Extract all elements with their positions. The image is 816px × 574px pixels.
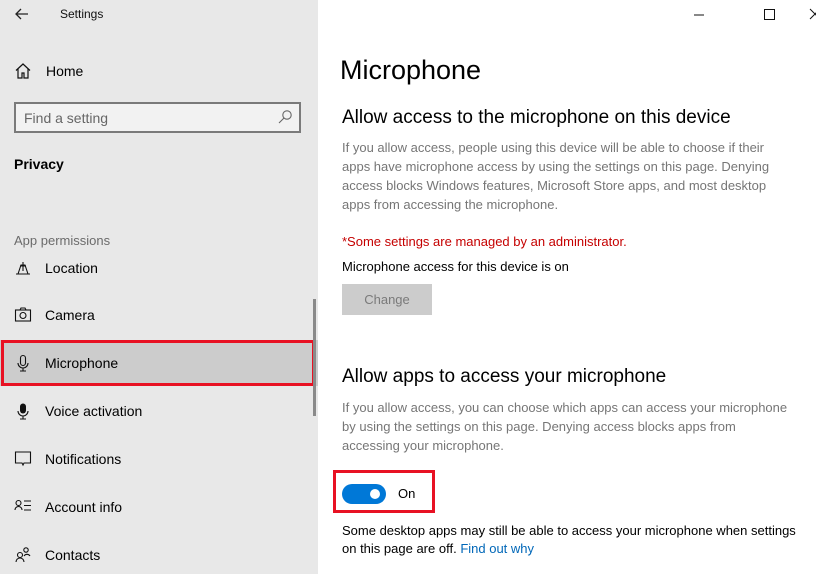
toggle-knob bbox=[370, 489, 380, 499]
sidebar-item-label: Location bbox=[45, 260, 98, 276]
sidebar-item-label: Contacts bbox=[45, 547, 101, 563]
close-button[interactable] bbox=[794, 0, 816, 30]
account-info-icon bbox=[14, 498, 32, 516]
change-button[interactable]: Change bbox=[342, 284, 432, 315]
page-title: Microphone bbox=[340, 55, 482, 85]
sidebar-item-notifications[interactable]: Notifications bbox=[0, 436, 318, 482]
sidebar-item-label: Notifications bbox=[45, 451, 122, 467]
sidebar-item-camera[interactable]: Camera bbox=[0, 292, 318, 338]
close-icon bbox=[809, 8, 816, 20]
section-title-privacy: Privacy bbox=[14, 156, 64, 172]
sidebar-item-location[interactable]: Location bbox=[0, 244, 318, 290]
camera-icon bbox=[14, 306, 32, 324]
search-input[interactable] bbox=[24, 108, 264, 128]
footnote-text: Some desktop apps may still be able to a… bbox=[342, 523, 796, 556]
minimize-button[interactable] bbox=[676, 0, 722, 30]
sidebar-item-label: Camera bbox=[45, 307, 95, 323]
notifications-icon bbox=[14, 450, 32, 468]
toggle-state-label: On bbox=[398, 486, 416, 501]
sidebar-item-home[interactable]: Home bbox=[0, 56, 318, 86]
sidebar-item-label: Microphone bbox=[45, 355, 119, 371]
back-button[interactable] bbox=[12, 4, 32, 24]
admin-warning: *Some settings are managed by an adminis… bbox=[342, 234, 627, 249]
search-icon[interactable] bbox=[277, 109, 293, 125]
search-box[interactable] bbox=[14, 102, 301, 133]
microphone-icon bbox=[14, 354, 32, 372]
maximize-icon bbox=[764, 9, 775, 20]
minimize-icon bbox=[694, 14, 704, 16]
location-icon bbox=[14, 259, 32, 277]
contacts-icon bbox=[14, 546, 32, 564]
back-arrow-icon bbox=[15, 8, 28, 20]
device-access-heading: Allow access to the microphone on this d… bbox=[342, 107, 731, 128]
sidebar-item-account-info[interactable]: Account info bbox=[0, 484, 318, 530]
sidebar-item-label: Voice activation bbox=[45, 403, 143, 419]
window-title: Settings bbox=[60, 7, 104, 21]
sidebar-item-microphone[interactable]: Microphone bbox=[0, 340, 318, 386]
maximize-button[interactable] bbox=[746, 0, 792, 30]
sidebar-scrollbar[interactable] bbox=[313, 299, 316, 416]
home-icon bbox=[14, 62, 32, 80]
apps-access-toggle[interactable] bbox=[342, 484, 386, 504]
sidebar-item-voice-activation[interactable]: Voice activation bbox=[0, 388, 318, 434]
device-access-status: Microphone access for this device is on bbox=[342, 259, 569, 274]
main-content: Microphone Allow access to the microphon… bbox=[318, 0, 816, 574]
apps-access-heading: Allow apps to access your microphone bbox=[342, 366, 667, 387]
sidebar-item-label: Account info bbox=[45, 499, 123, 515]
device-access-description: If you allow access, people using this d… bbox=[342, 140, 770, 212]
find-out-why-link[interactable]: Find out why bbox=[460, 541, 534, 556]
sidebar: Settings Home Privacy App permissions Lo… bbox=[0, 0, 318, 574]
desktop-apps-note: Some desktop apps may still be able to a… bbox=[342, 522, 802, 558]
apps-access-description: If you allow access, you can choose whic… bbox=[342, 400, 788, 453]
voice-activation-icon bbox=[14, 402, 32, 420]
home-label: Home bbox=[46, 63, 84, 79]
sidebar-item-contacts[interactable]: Contacts bbox=[0, 532, 318, 574]
